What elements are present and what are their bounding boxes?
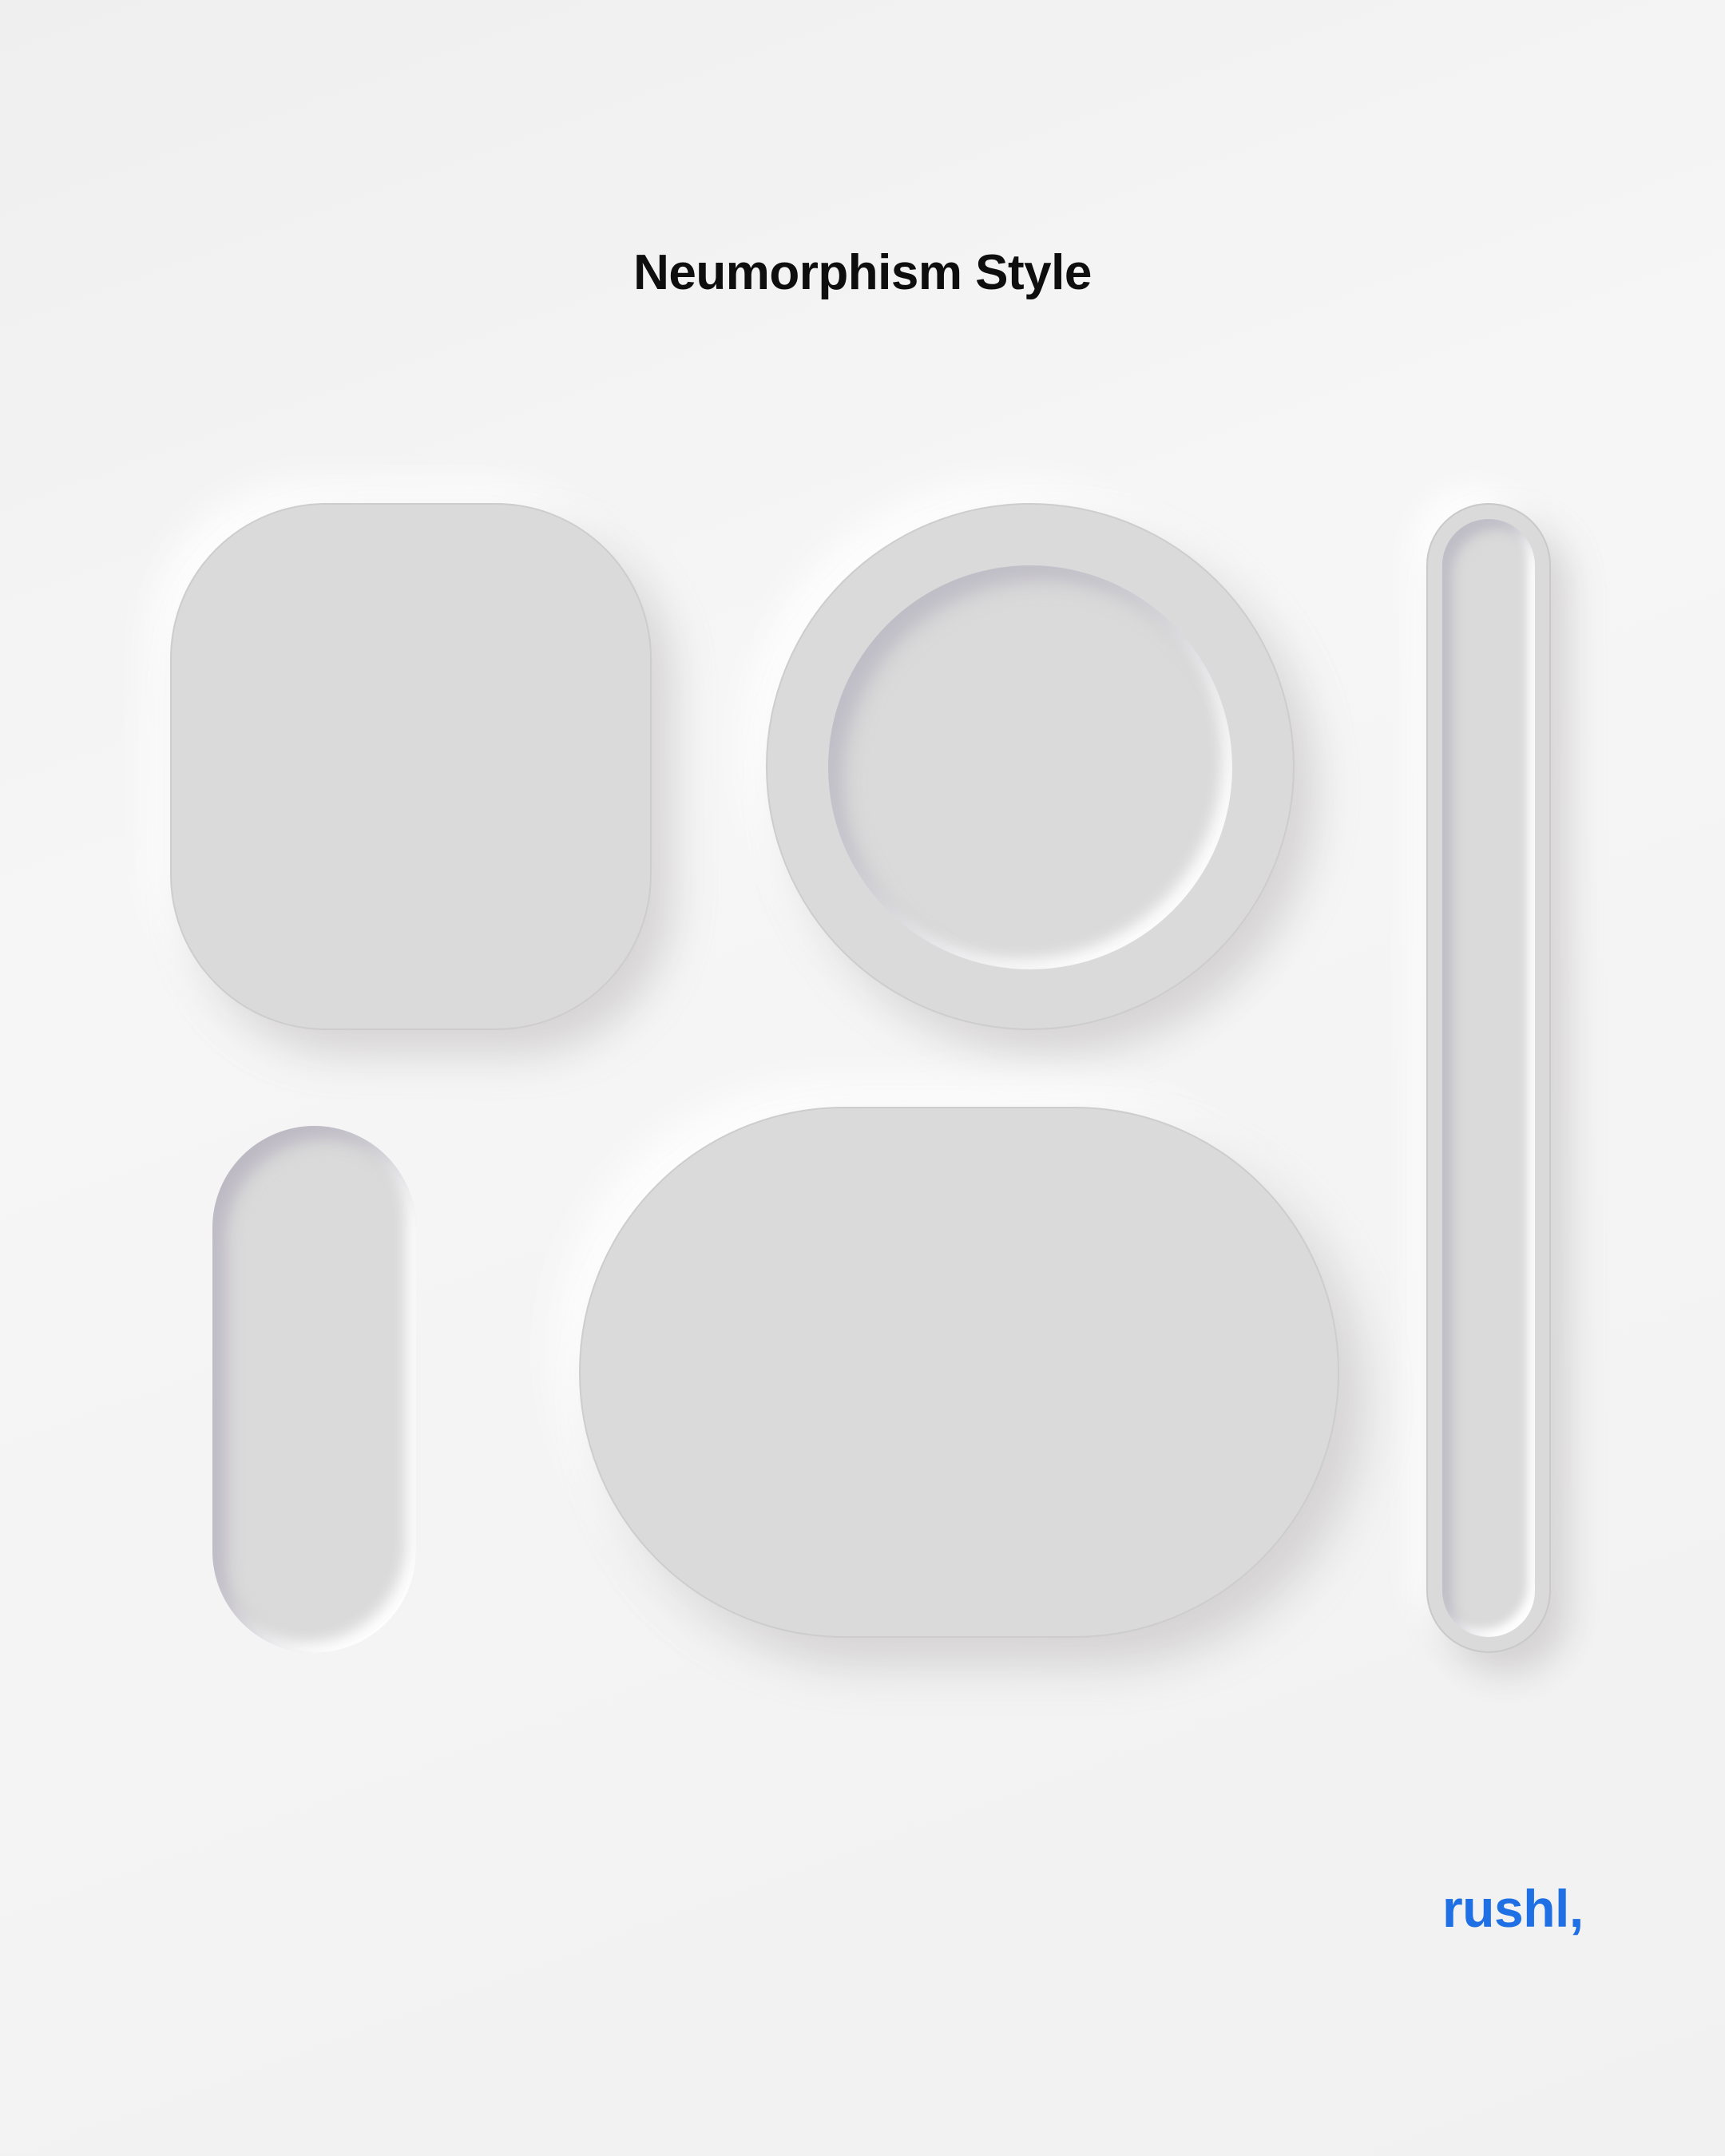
raised-stadium bbox=[579, 1107, 1339, 1638]
page-title: Neumorphism Style bbox=[633, 245, 1092, 300]
inset-pill bbox=[212, 1126, 416, 1653]
brand-signature: rushl, bbox=[1442, 1879, 1584, 1938]
ring-inset-well bbox=[828, 565, 1232, 969]
raised-rounded-square bbox=[170, 503, 652, 1030]
vertical-track-groove bbox=[1442, 519, 1535, 1637]
raised-ring bbox=[766, 503, 1295, 1030]
vertical-track bbox=[1426, 503, 1551, 1653]
